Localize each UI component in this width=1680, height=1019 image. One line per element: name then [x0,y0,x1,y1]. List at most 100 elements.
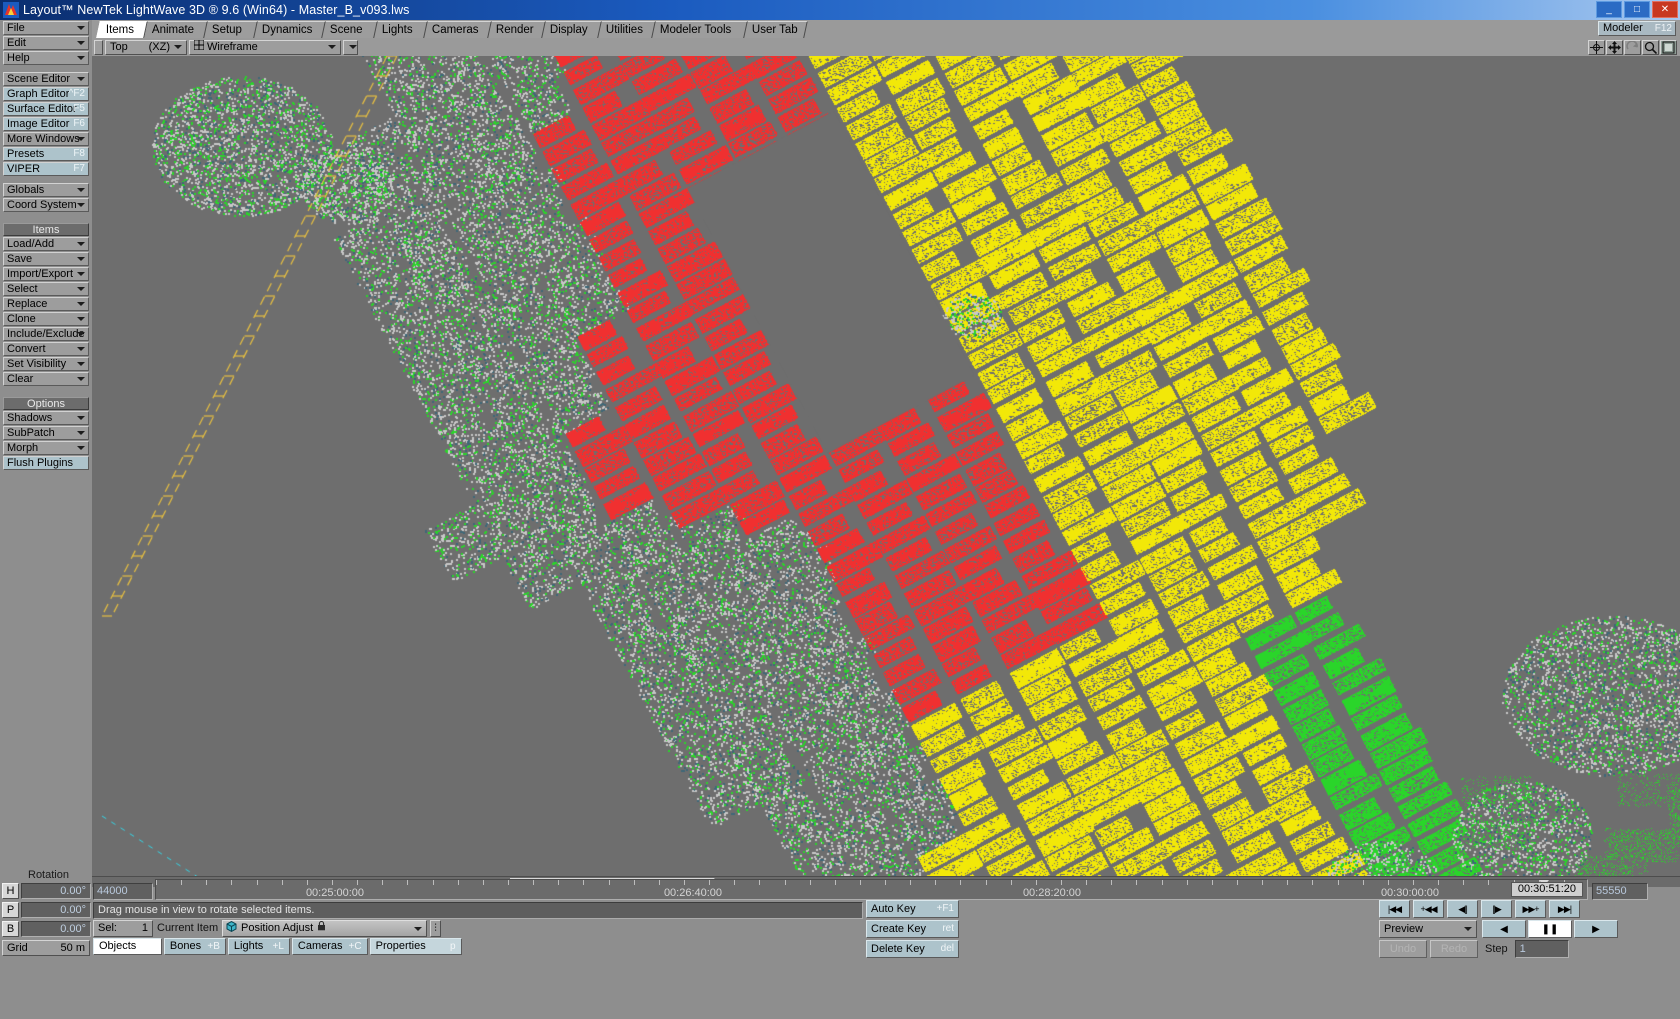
viewport-view-selector[interactable]: Top (XZ) [105,40,187,55]
auto-key-button[interactable]: Auto Key +F1 [866,900,959,918]
window-title-bar: Layout™ NewTek LightWave 3D ® 9.6 (Win64… [0,0,1680,20]
rotation-value-p[interactable]: 0.00° [21,902,91,918]
preview-mode-selector[interactable]: Preview [1379,920,1477,938]
undo-button[interactable]: Undo [1379,940,1427,958]
redo-button[interactable]: Redo [1430,940,1478,958]
minimize-button[interactable]: _ [1596,1,1622,18]
viewport-render-style-selector[interactable]: Wireframe [189,40,341,55]
timeline-current-timecode[interactable]: 00:30:51:20 [1511,882,1583,897]
rotation-axis-key-p[interactable]: P [2,902,19,918]
sidebar-button-help[interactable]: Help [3,51,89,65]
tab-utilities[interactable]: Utilities [596,21,656,38]
sidebar-button-graph-editor[interactable]: Graph Editor^F2 [3,87,89,101]
viewport-grip-handle[interactable] [94,40,103,55]
tab-dynamics[interactable]: Dynamics [252,21,326,38]
current-item-selector[interactable]: Position Adjust [222,920,427,937]
step-value-field[interactable]: 1 [1515,940,1569,958]
sidebar-button-presets[interactable]: PresetsF8 [3,147,89,161]
move-view-icon[interactable] [1588,40,1605,55]
rotation-value-h[interactable]: 0.00° [21,883,91,899]
sidebar-button-globals[interactable]: Globals [3,183,89,197]
sidebar-button-clear[interactable]: Clear [3,372,89,386]
sidebar-button-surface-editor[interactable]: Surface EditorF5 [3,102,89,116]
pause-button[interactable]: ❚❚ [1528,920,1572,938]
delete-key-hotkey: del [941,941,954,957]
previous-key-button[interactable]: +◀◀ [1413,900,1444,918]
sidebar-button-image-editor[interactable]: Image EditorF6 [3,117,89,131]
timeline-tick [1086,880,1087,885]
step-back-button[interactable]: ◀|| [1447,900,1478,918]
create-key-button[interactable]: Create Key ret [866,920,959,938]
grid-size-field[interactable]: Grid 50 m [2,940,90,956]
tab-items[interactable]: Items [96,21,148,38]
next-key-button[interactable]: ▶▶+ [1515,900,1546,918]
viewport-3d-top-view[interactable] [92,56,1680,876]
viewport-extra-options-selector[interactable] [343,40,358,55]
sidebar-button-select[interactable]: Select [3,282,89,296]
transport-glyph: ◀|| [1458,904,1467,915]
tab-cameras[interactable]: Cameras [422,21,492,38]
sidebar-button-more-windows[interactable]: More Windows [3,132,89,146]
maximize-button[interactable]: □ [1624,1,1650,18]
pan-view-icon[interactable] [1606,40,1623,55]
selection-tab-bones[interactable]: Bones+B [164,938,226,955]
tab-render[interactable]: Render [486,21,546,38]
sidebar-button-coord-system[interactable]: Coord System [3,198,89,212]
zoom-view-icon[interactable] [1642,40,1659,55]
sidebar-button-convert[interactable]: Convert [3,342,89,356]
delete-key-button[interactable]: Delete Key del [866,940,959,958]
sidebar-button-scene-editor[interactable]: Scene Editor [3,72,89,86]
sidebar-button-morph[interactable]: Morph [3,441,89,455]
tab-setup[interactable]: Setup [202,21,258,38]
sidebar-button-label: Flush Plugins [7,457,73,469]
chevron-down-icon [77,347,85,351]
tab-scene[interactable]: Scene [320,21,378,38]
sidebar-button-label: Replace [7,298,47,310]
sidebar-button-flush-plugins[interactable]: Flush Plugins [3,456,89,470]
rotation-axis-key-b[interactable]: B [2,921,19,937]
timeline-track[interactable]: 00:30:51:20 00:25:00:0000:26:40:0000:28:… [155,879,1588,900]
tab-lights[interactable]: Lights [372,21,428,38]
sidebar-button-viper[interactable]: VIPERF7 [3,162,89,176]
play-forward-button[interactable]: ▶ [1574,920,1618,938]
step-forward-button[interactable]: ||▶ [1481,900,1512,918]
sidebar-button-clone[interactable]: Clone [3,312,89,326]
current-item-options-button[interactable]: ⫶ [430,920,441,937]
sidebar-button-shadows[interactable]: Shadows [3,411,89,425]
chevron-down-icon [77,377,85,381]
viewport-canvas[interactable] [92,56,1680,876]
tab-modeler-tools[interactable]: Modeler Tools [650,21,748,38]
timeline-end-frame-field[interactable]: 55550 [1592,883,1648,900]
selection-tab-lights[interactable]: Lights+L [228,938,290,955]
sidebar-button-load-add[interactable]: Load/Add [3,237,89,251]
timeline-start-frame-field[interactable]: 44000 [93,883,153,900]
sidebar-button-file[interactable]: File [3,21,89,35]
timeline-tick [1463,880,1464,885]
selection-tab-properties[interactable]: Propertiesp [370,938,462,955]
window-controls[interactable]: _ □ ✕ [1596,1,1678,18]
sidebar-button-save[interactable]: Save [3,252,89,266]
sidebar-button-edit[interactable]: Edit [3,36,89,50]
rotation-axis-key-h[interactable]: H [2,883,19,899]
rotation-value-b[interactable]: 0.00° [21,921,91,937]
go-to-start-button[interactable]: |◀◀ [1379,900,1410,918]
sidebar-button-replace[interactable]: Replace [3,297,89,311]
selection-tab-cameras[interactable]: Cameras+C [292,938,368,955]
rotate-view-icon[interactable] [1624,40,1641,55]
selection-tab-objects[interactable]: Objects+O [93,938,162,955]
sidebar-button-subpatch[interactable]: SubPatch [3,426,89,440]
go-to-end-button[interactable]: ▶▶| [1549,900,1580,918]
maximize-view-icon[interactable] [1660,40,1677,55]
tab-display[interactable]: Display [540,21,602,38]
wireframe-grid-icon [194,40,204,54]
tab-animate[interactable]: Animate [142,21,208,38]
sidebar-button-set-visibility[interactable]: Set Visibility [3,357,89,371]
tab-user-tab[interactable]: User Tab [742,21,808,38]
sidebar-button-import-export[interactable]: Import/Export [3,267,89,281]
play-reverse-button[interactable]: ◀ [1482,920,1526,938]
modeler-switch-button[interactable]: Modeler F12 [1598,21,1676,36]
sidebar-button-include-exclude[interactable]: Include/Exclude [3,327,89,341]
timeline-ticks [156,880,1587,887]
close-button[interactable]: ✕ [1652,1,1678,18]
selection-count-field: Sel: 1 [93,920,153,937]
